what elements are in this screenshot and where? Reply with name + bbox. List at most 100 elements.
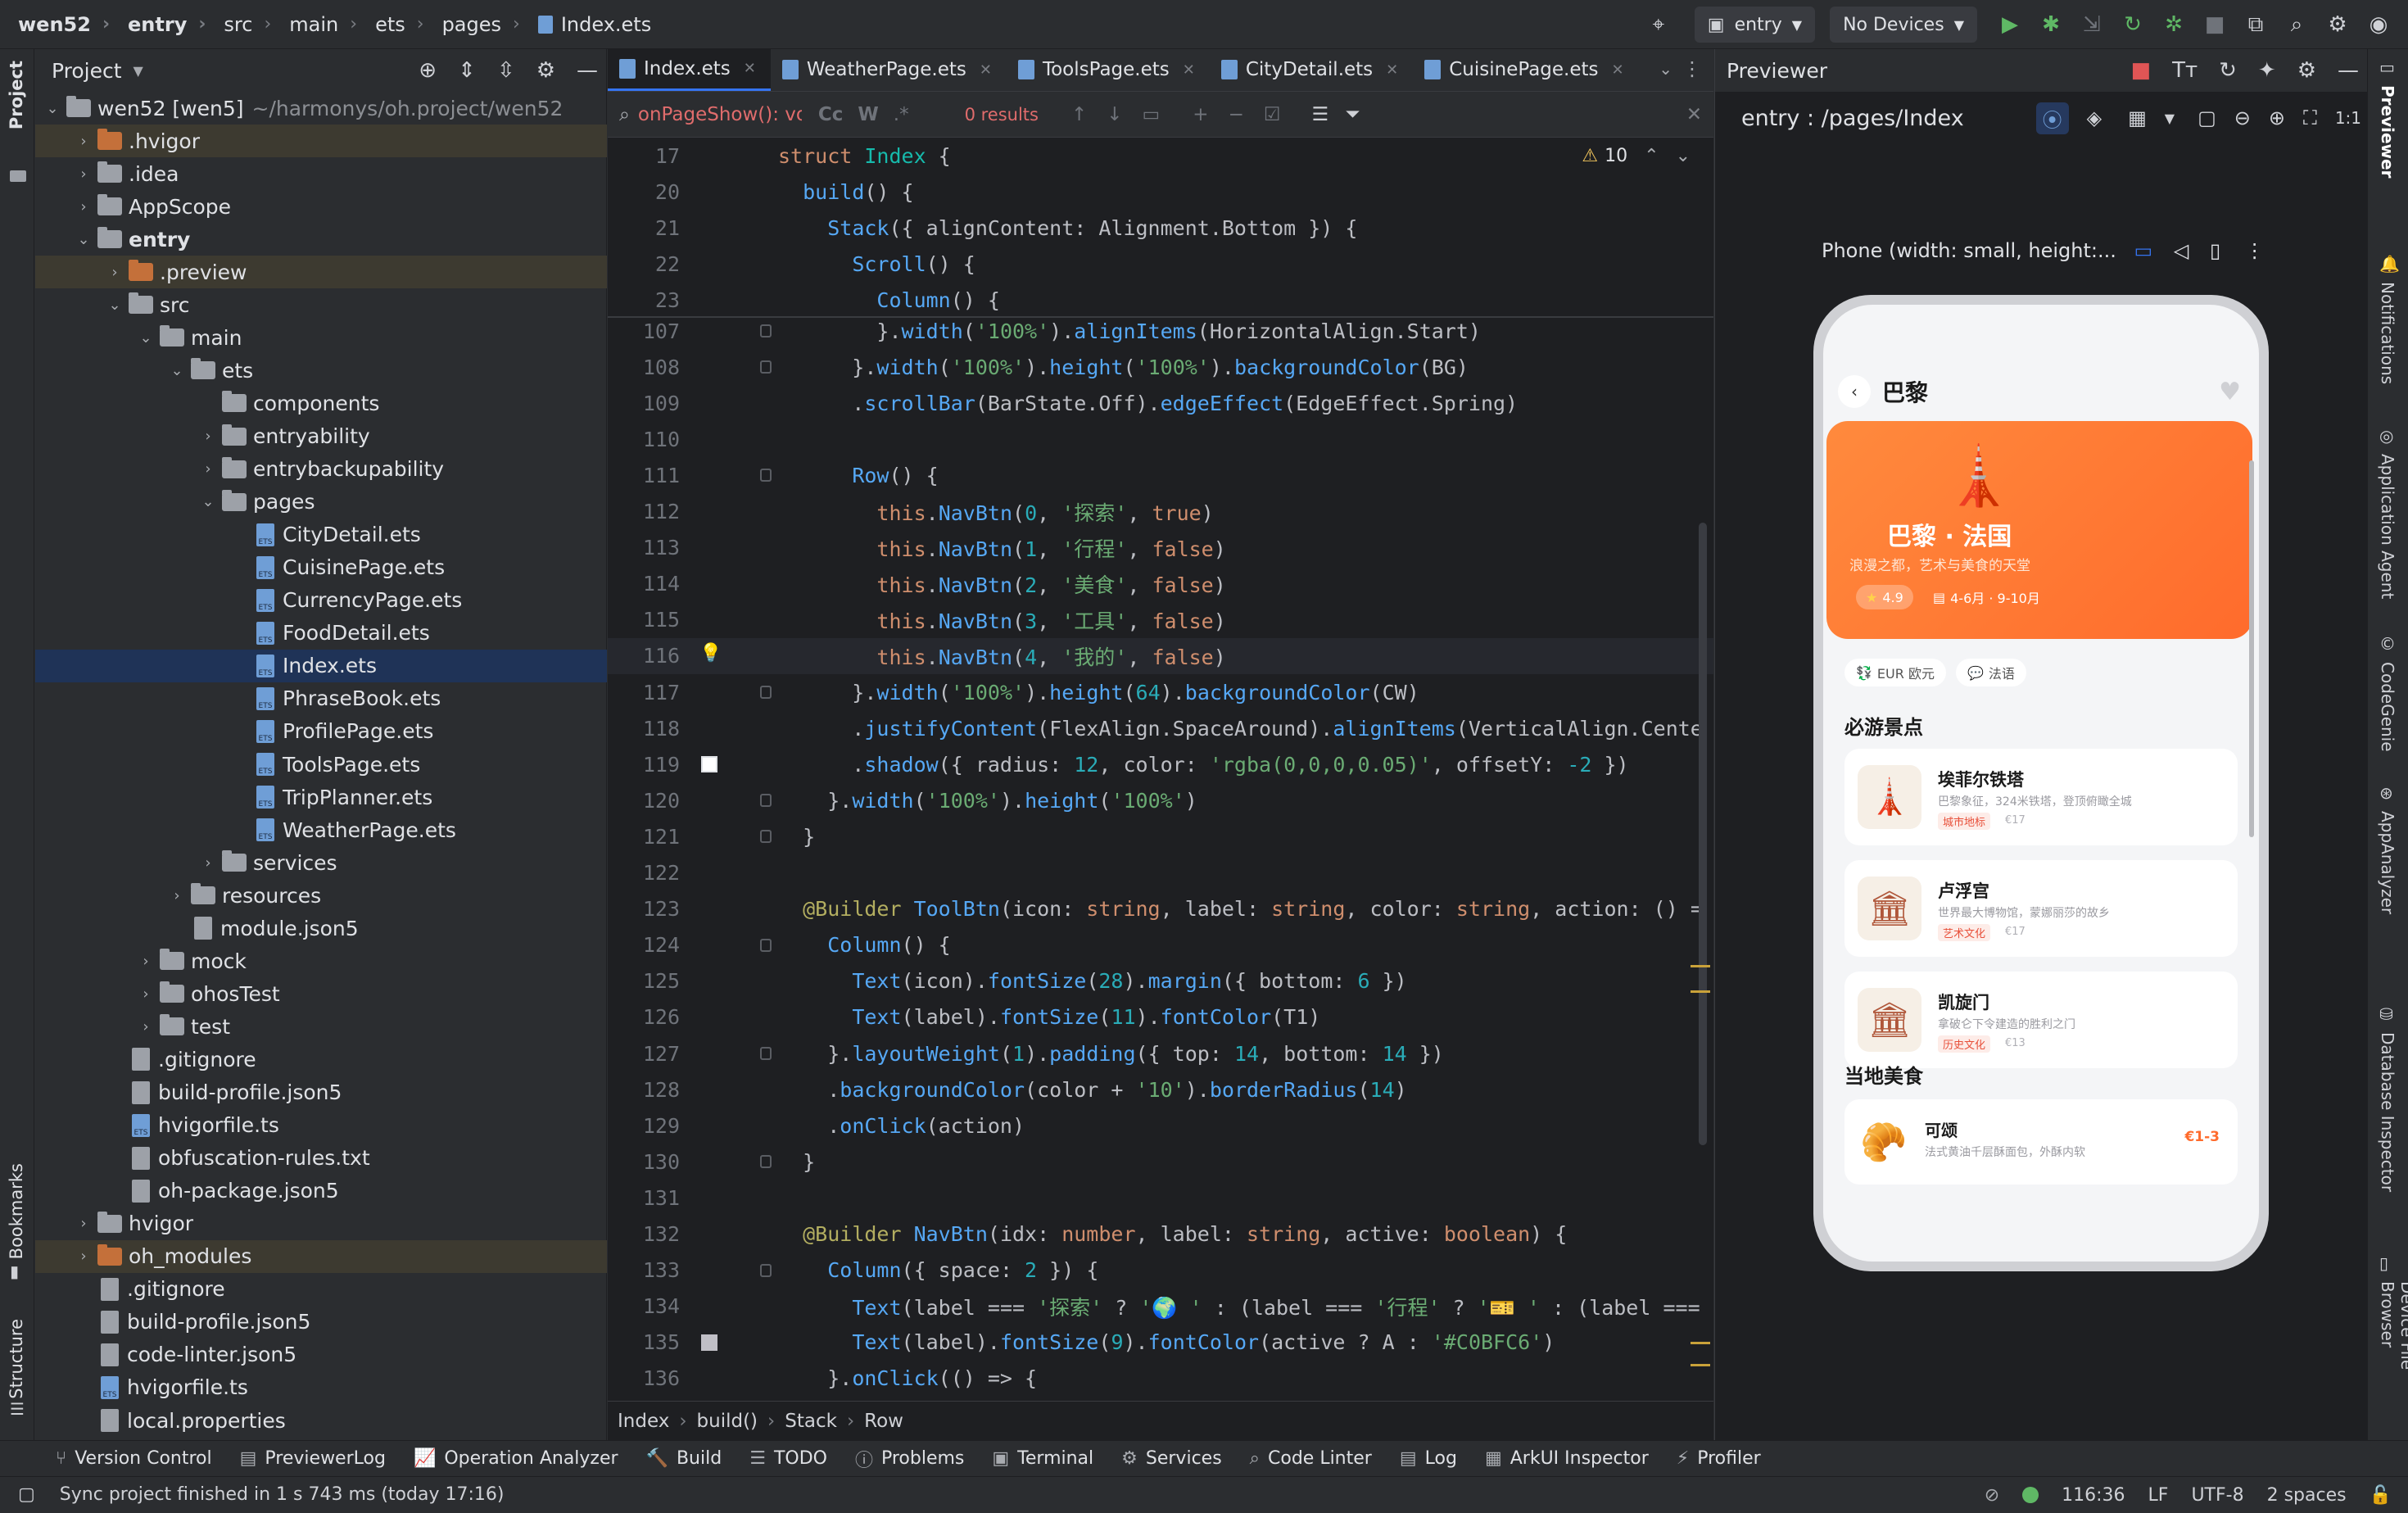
line-number[interactable]: 110 [608,428,696,451]
line-number[interactable]: 22 [608,252,696,276]
chevron-down-icon[interactable]: ⌄ [1659,59,1672,79]
line-number[interactable]: 119 [608,753,696,777]
chevron-down-icon[interactable]: ▼ [2165,111,2175,126]
project-tool-button[interactable]: Project [7,61,26,129]
gutter[interactable] [696,782,778,818]
account-icon[interactable]: ◉ [2360,7,2397,43]
gutter[interactable] [696,138,778,174]
code-line[interactable]: 112 this.NavBtn(0, '探索', true) [608,494,1713,530]
tree-item[interactable]: ETS hvigorfile.ts [35,1371,607,1404]
code-line[interactable]: 17 struct Index { [608,138,1713,174]
stop-icon[interactable]: ■ [2197,7,2233,43]
code-line[interactable]: 124 Column() { [608,927,1713,963]
device-label[interactable]: Phone (width: small, height:... [1822,239,2116,262]
gutter[interactable] [696,927,778,963]
cursor-position[interactable]: 116:36 [2062,1485,2125,1506]
line-number[interactable]: 122 [608,861,696,885]
tree-item[interactable]: › services [35,846,607,879]
code-line[interactable]: 23 Column() { [608,282,1713,318]
code-line[interactable]: 136 }.onClick(() => { [608,1361,1713,1397]
chevron-right-icon[interactable]: › [135,1018,156,1035]
gutter[interactable] [696,602,778,638]
chevron-down-icon[interactable]: ⌄ [104,297,125,314]
code-line[interactable]: 126 Text(label).fontSize(11).fontColor(T… [608,999,1713,1035]
pin-icon[interactable]: ✦ [2258,58,2276,83]
tree-item[interactable]: ETS FoodDetail.ets [35,617,607,650]
hide-icon[interactable]: — [2338,58,2359,83]
filter-options-icon[interactable]: ☰ [1311,104,1328,125]
gutter[interactable] [696,494,778,530]
code-line[interactable]: 21 Stack({ alignContent: Alignment.Botto… [608,210,1713,246]
inspection-off-icon[interactable]: ⊘ [1985,1485,1999,1506]
language-chip[interactable]: 💬 法语 [1955,659,2026,686]
tool-previewerlog[interactable]: ▤ PreviewerLog [240,1448,386,1469]
code-line[interactable]: 129 .onClick(action) [608,1108,1713,1144]
tool-window-notifications[interactable]: Notifications [2378,282,2397,384]
tree-item[interactable]: › ohosTest [35,977,607,1010]
line-number[interactable]: 21 [608,216,696,240]
lock-icon[interactable]: 🔓 [2370,1485,2392,1506]
device-manager-icon[interactable]: ⧉ [2238,7,2274,43]
line-number[interactable]: 123 [608,897,696,921]
file-encoding[interactable]: UTF-8 [2191,1485,2243,1506]
breadcrumb-item[interactable]: main › [271,0,357,49]
code-line[interactable]: 134 Text(label === '探索' ? '🌍 ' : (label … [608,1289,1713,1325]
tree-item[interactable]: ETS ProfilePage.ets [35,715,607,748]
stop-preview-icon[interactable]: ■ [2130,58,2151,83]
tree-item[interactable]: › AppScope [35,190,607,223]
target-icon[interactable]: ⌖ [1641,7,1677,43]
tree-item[interactable]: code-linter.json5 [35,1339,607,1371]
tool-window-codegenie[interactable]: CodeGenie [2378,662,2397,752]
tree-item[interactable]: components [35,387,607,419]
profile-icon[interactable]: ✲ [2156,7,2192,43]
tool-services[interactable]: ⚙ Services [1121,1448,1222,1469]
line-number[interactable]: 121 [608,825,696,849]
tree-item[interactable]: oh-package.json5 [35,1175,607,1207]
line-number[interactable]: 17 [608,144,696,168]
run-config-select[interactable]: ▣ entry ▼ [1694,7,1816,43]
line-number[interactable]: 131 [608,1186,696,1210]
tree-item[interactable]: obfuscation-rules.txt [35,1142,607,1175]
device-select[interactable]: No Devices ▼ [1830,7,1977,43]
gutter[interactable] [696,1108,778,1144]
gutter[interactable] [696,746,778,782]
gutter[interactable] [696,530,778,566]
tool-log[interactable]: ▤ Log [1400,1448,1457,1469]
close-icon[interactable]: ✕ [1612,61,1624,79]
close-icon[interactable]: ✕ [980,61,992,79]
gutter[interactable] [696,1144,778,1180]
attach-debugger-icon[interactable]: ⇲ [2074,7,2110,43]
chevron-down-icon[interactable]: ⌄ [73,231,94,248]
code-line[interactable]: 133 Column({ space: 2 }) { [608,1253,1713,1289]
sight-card[interactable]: 🏛 凯旋门 拿破仑下令建造的胜利之门 历史文化 €13 [1844,972,2238,1068]
gutter[interactable] [696,421,778,457]
code-line[interactable]: 120 }.width('100%').height('100%') [608,782,1713,818]
tree-item[interactable]: › test [35,1010,607,1043]
chevron-right-icon[interactable]: › [166,887,188,904]
code-area[interactable]: 17 struct Index {20 build() {21 Stack({ a… [608,138,1713,1440]
tab-index-ets[interactable]: Index.ets ✕ [608,48,771,91]
breadcrumb-item[interactable]: src › [206,0,271,49]
rotate-icon[interactable]: ▯ [2210,239,2220,262]
code-line[interactable]: 122 [608,855,1713,891]
code-line[interactable]: 116 💡 this.NavBtn(4, '我的', false) [608,637,1713,674]
code-line[interactable]: 123 @Builder ToolBtn(icon: string, label… [608,891,1713,927]
tree-item[interactable]: .gitignore [35,1273,607,1306]
code-line[interactable]: 117 }.width('100%').height(64).backgroun… [608,674,1713,710]
line-number[interactable]: 112 [608,500,696,523]
food-card[interactable]: 🥐 可颂 法式黄油千层酥面包，外酥内软 €1-3 [1844,1099,2238,1185]
code-line[interactable]: 119 .shadow({ radius: 12, color: 'rgba(0… [608,746,1713,782]
gutter[interactable] [696,710,778,746]
tool-window-application-agent[interactable]: Application Agent [2378,454,2397,599]
editor-breadcrumb-item[interactable]: build() [697,1411,758,1432]
code-line[interactable]: 125 Text(icon).fontSize(28).margin({ bot… [608,963,1713,999]
indent-setting[interactable]: 2 spaces [2267,1485,2347,1506]
chevron-down-icon[interactable]: ⌄ [1676,146,1691,166]
tree-item[interactable]: › entryability [35,420,607,453]
tool-arkui-inspector[interactable]: ▦ ArkUI Inspector [1485,1448,1649,1469]
line-number[interactable]: 111 [608,464,696,487]
fold-icon[interactable] [760,1263,772,1277]
line-number[interactable]: 115 [608,608,696,632]
favorite-heart-icon[interactable]: ♥ [2219,378,2241,406]
back-icon[interactable]: ◁ [2174,239,2188,262]
